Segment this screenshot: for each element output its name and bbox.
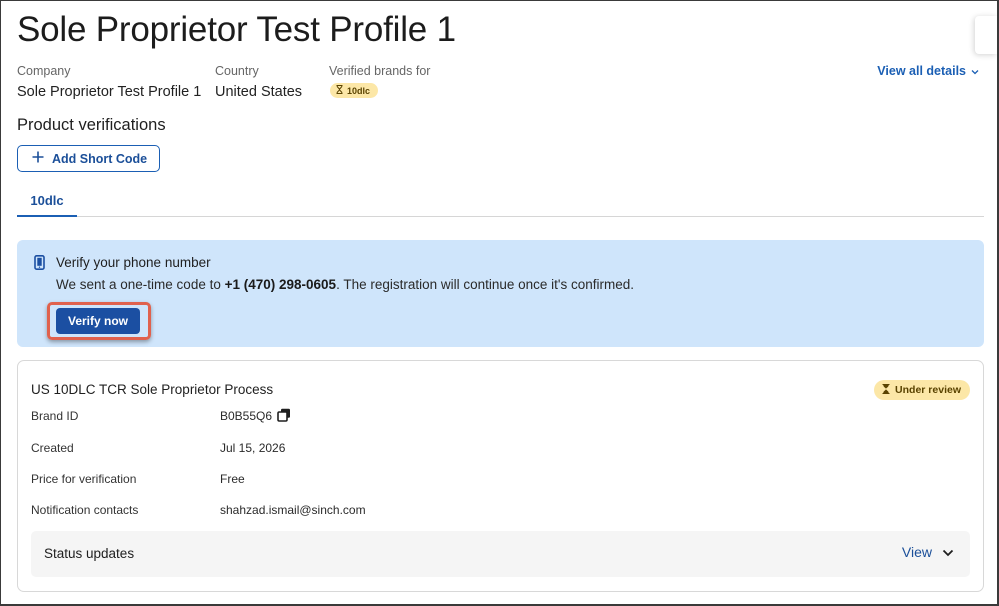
plus-icon bbox=[32, 151, 44, 166]
company-label: Company bbox=[17, 64, 71, 78]
notification-contacts-value: shahzad.ismail@sinch.com bbox=[220, 503, 366, 517]
price-value: Free bbox=[220, 472, 245, 486]
company-value: Sole Proprietor Test Profile 1 bbox=[17, 84, 202, 100]
brand-badge: 10dlc bbox=[330, 83, 379, 98]
alert-message-suffix: . The registration will continue once it… bbox=[336, 277, 635, 292]
view-all-details-link[interactable]: View all details bbox=[877, 64, 979, 78]
product-tabs: 10dlc bbox=[17, 185, 984, 217]
status-updates-panel[interactable]: Status updates View bbox=[31, 531, 970, 577]
brand-badge-label: 10dlc bbox=[347, 85, 371, 96]
tab-10dlc[interactable]: 10dlc bbox=[17, 185, 77, 217]
view-all-details-label: View all details bbox=[877, 64, 966, 78]
alert-message-prefix: We sent a one-time code to bbox=[56, 277, 225, 292]
app-frame: Sole Proprietor Test Profile 1 Company S… bbox=[0, 0, 999, 606]
alert-message: We sent a one-time code to +1 (470) 298-… bbox=[56, 277, 634, 292]
created-value: Jul 15, 2026 bbox=[220, 441, 286, 455]
phone-number: +1 (470) 298-0605 bbox=[224, 277, 337, 292]
side-panel-handle[interactable] bbox=[975, 16, 997, 54]
chevron-down-icon bbox=[971, 64, 979, 78]
brand-id-value: B0B55Q6 bbox=[220, 409, 273, 423]
add-short-code-label: Add Short Code bbox=[52, 151, 148, 166]
verify-now-button[interactable]: Verify now bbox=[56, 308, 140, 334]
hourglass-icon bbox=[336, 85, 343, 96]
page-title: Sole Proprietor Test Profile 1 bbox=[17, 10, 456, 49]
verified-brands-label: Verified brands for bbox=[329, 64, 431, 78]
notification-contacts-label: Notification contacts bbox=[31, 503, 139, 517]
created-label: Created bbox=[31, 441, 74, 455]
hourglass-icon bbox=[882, 383, 890, 397]
country-label: Country bbox=[215, 64, 259, 78]
chevron-down-icon bbox=[942, 544, 954, 560]
status-updates-view-toggle[interactable]: View bbox=[902, 544, 954, 560]
status-badge-label: Under review bbox=[895, 384, 961, 396]
phone-icon bbox=[34, 255, 45, 275]
card-title: US 10DLC TCR Sole Proprietor Process bbox=[31, 382, 274, 397]
brand-id-label: Brand ID bbox=[31, 409, 79, 423]
verification-card: US 10DLC TCR Sole Proprietor Process Und… bbox=[17, 360, 984, 592]
add-short-code-button[interactable]: Add Short Code bbox=[17, 145, 160, 172]
country-value: United States bbox=[215, 84, 303, 100]
product-verifications-heading: Product verifications bbox=[17, 116, 166, 134]
status-updates-view-label: View bbox=[901, 544, 932, 560]
alert-title: Verify your phone number bbox=[56, 255, 211, 270]
verify-phone-alert: Verify your phone number We sent a one-t… bbox=[17, 240, 984, 347]
status-updates-title: Status updates bbox=[44, 546, 135, 561]
price-label: Price for verification bbox=[31, 472, 137, 486]
status-badge: Under review bbox=[874, 380, 970, 400]
copy-icon[interactable] bbox=[277, 408, 291, 427]
